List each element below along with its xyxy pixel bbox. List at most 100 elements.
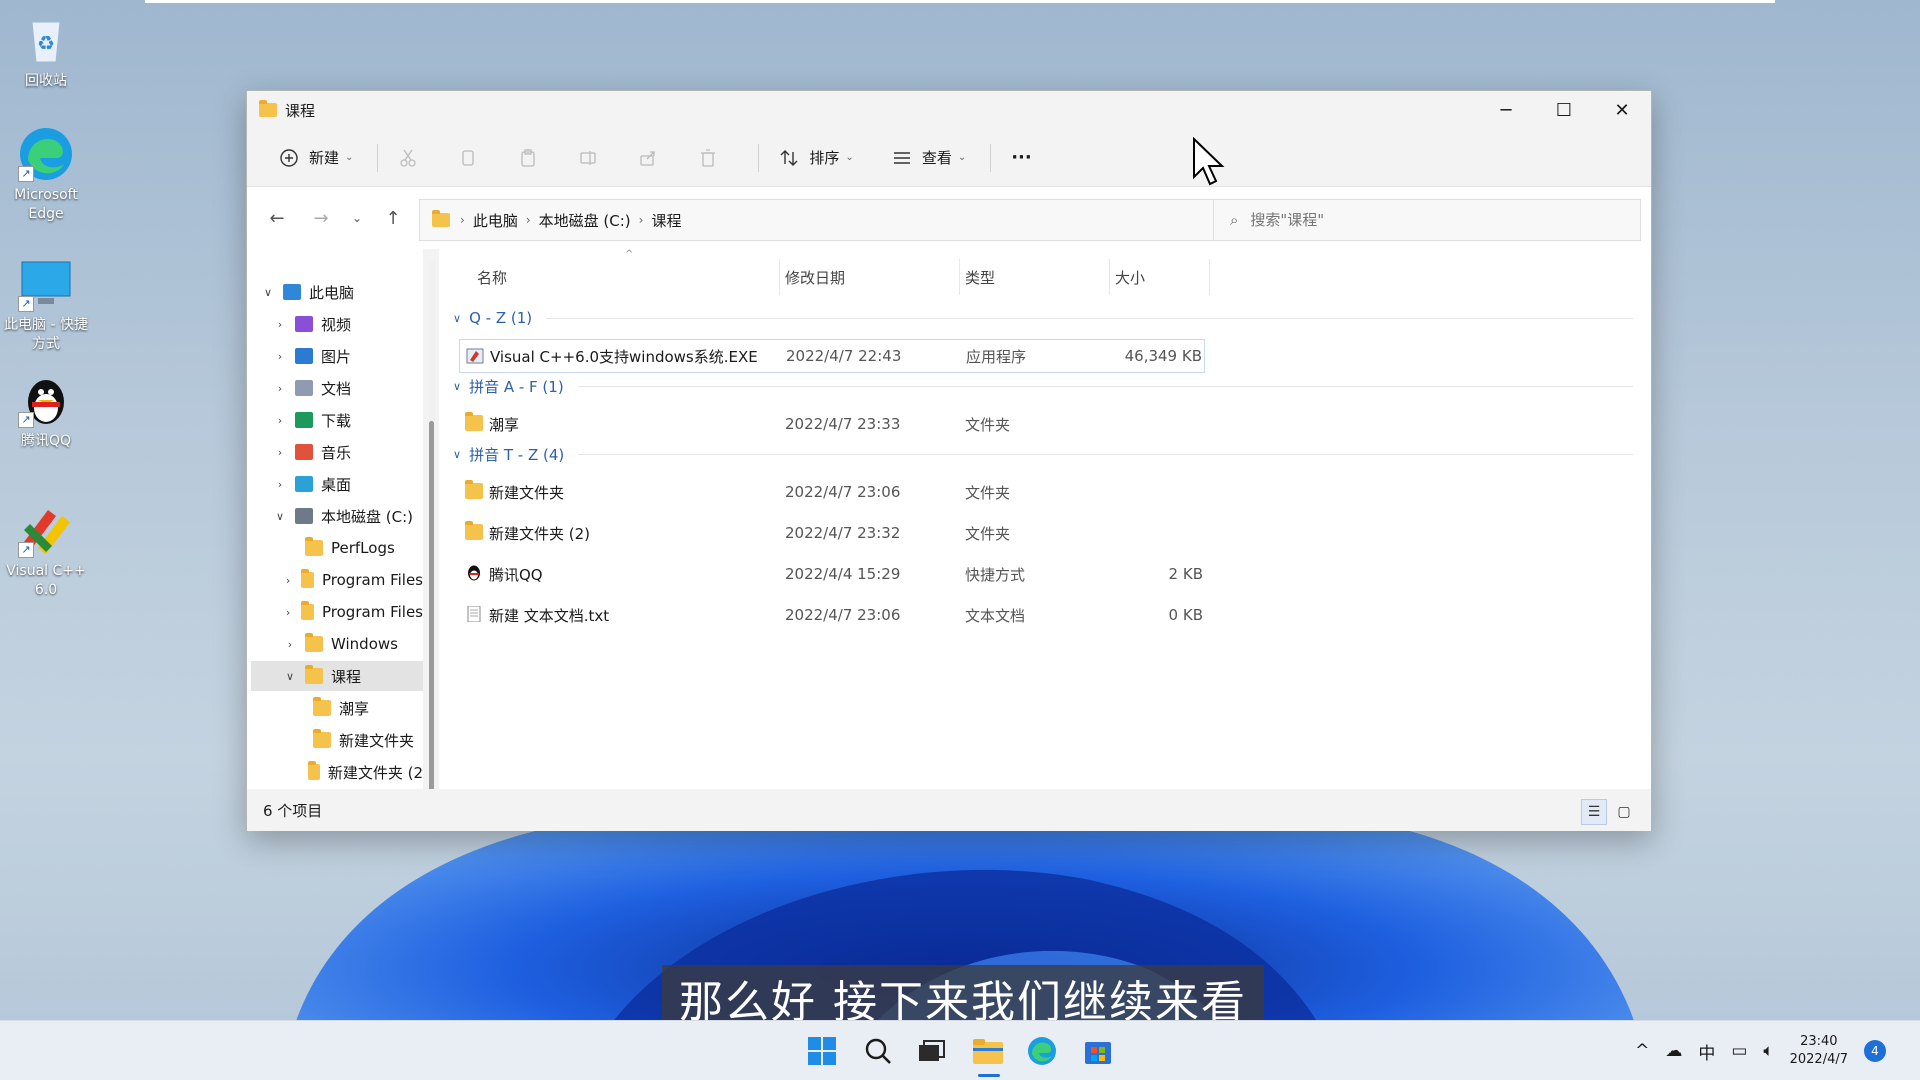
file-row[interactable]: 新建文件夹 2022/4/7 23:06 文件夹	[459, 475, 1205, 509]
task-view-button[interactable]	[912, 1031, 952, 1071]
copy-icon	[462, 149, 475, 166]
back-arrow-icon[interactable]: ←	[255, 200, 299, 236]
network-icon[interactable]: ▭	[1731, 1041, 1747, 1061]
new-button[interactable]: 新建 ⌄	[269, 140, 363, 176]
column-header-size[interactable]: 大小	[1115, 267, 1145, 288]
toolbar-separator	[990, 143, 992, 172]
expander-chevron-icon[interactable]: ›	[273, 382, 287, 395]
cut-button[interactable]	[388, 140, 428, 176]
column-header-name[interactable]: 名称	[477, 267, 507, 288]
notification-badge[interactable]: 4	[1864, 1040, 1886, 1062]
share-button[interactable]	[628, 140, 668, 176]
desktop-icon-recycle-bin[interactable]: ♻ 回收站	[0, 12, 92, 91]
onedrive-cloud-icon[interactable]: ☁	[1665, 1041, 1682, 1061]
forward-arrow-icon[interactable]: →	[299, 200, 343, 236]
sidebar-item[interactable]: ∨ 课程	[251, 661, 423, 691]
breadcrumb-local-disk[interactable]: 本地磁盘 (C:)	[539, 210, 631, 231]
sort-ascending-icon: ^	[625, 249, 634, 260]
group-header[interactable]: ∨ 拼音 A - F (1)	[453, 373, 1633, 399]
location-icon	[295, 380, 313, 396]
breadcrumb-current[interactable]: 课程	[651, 210, 681, 231]
sidebar-item[interactable]: › 音乐	[251, 437, 423, 467]
search-box[interactable]: ⌕	[1213, 199, 1641, 241]
title-bar[interactable]: 课程 ─ ☐ ✕	[247, 91, 1651, 129]
view-button[interactable]: 查看 ⌄	[882, 140, 976, 176]
desktop-icon-visual-cpp[interactable]: ↗ Visual C++ 6.0	[0, 502, 92, 600]
sidebar-item[interactable]: › 图片	[251, 341, 423, 371]
taskbar-edge[interactable]	[1022, 1031, 1062, 1071]
recent-locations-chevron-icon[interactable]: ⌄	[343, 200, 371, 236]
sidebar-item[interactable]: › 桌面	[251, 469, 423, 499]
expander-chevron-icon[interactable]: ›	[273, 318, 287, 331]
sidebar-item[interactable]: › Program Files	[251, 597, 423, 627]
clock[interactable]: 23:40 2022/4/7	[1790, 1033, 1848, 1069]
file-row[interactable]: Visual C++6.0支持windows系统.EXE 2022/4/7 22…	[459, 339, 1205, 373]
expander-chevron-icon[interactable]: ∨	[261, 286, 275, 299]
close-button[interactable]: ✕	[1593, 91, 1651, 129]
column-header-modified[interactable]: 修改日期	[785, 267, 845, 288]
rename-button[interactable]	[568, 140, 608, 176]
desktop-icon-this-pc[interactable]: ↗ 此电脑 - 快捷方式	[0, 256, 92, 354]
expander-chevron-icon[interactable]: ›	[273, 446, 287, 459]
sidebar-item[interactable]: › Windows	[251, 629, 423, 659]
large-icons-view-icon[interactable]: ▢	[1611, 799, 1637, 825]
expander-chevron-icon[interactable]: ›	[283, 606, 293, 619]
column-divider[interactable]	[779, 259, 780, 295]
column-divider[interactable]	[959, 259, 960, 295]
file-row[interactable]: 新建 文本文档.txt 2022/4/7 23:06 文本文档 0 KB	[459, 598, 1205, 632]
sidebar-item[interactable]: 新建文件夹 (2	[251, 757, 423, 787]
search-input[interactable]	[1250, 211, 1611, 229]
expander-chevron-icon[interactable]: ›	[273, 414, 287, 427]
group-header[interactable]: ∨ 拼音 T - Z (4)	[453, 441, 1633, 467]
sidebar-item[interactable]: ∨ 此电脑	[251, 277, 423, 307]
sidebar-item[interactable]: PerfLogs	[251, 533, 423, 563]
volume-icon[interactable]: 🔈︎	[1763, 1041, 1773, 1061]
expander-chevron-icon[interactable]: ›	[273, 478, 287, 491]
desktop-icon-edge[interactable]: ↗ Microsoft Edge	[0, 126, 92, 224]
minimize-button[interactable]: ─	[1477, 91, 1535, 129]
qq-penguin-icon: ↗	[18, 372, 74, 428]
sort-button[interactable]: 排序 ⌄	[769, 140, 863, 176]
file-row[interactable]: 腾讯QQ 2022/4/4 15:29 快捷方式 2 KB	[459, 557, 1205, 591]
expander-chevron-icon[interactable]: ›	[283, 574, 293, 587]
start-button[interactable]	[802, 1031, 842, 1071]
up-arrow-icon[interactable]: ↑	[371, 200, 415, 236]
sidebar-item[interactable]: 新建文件夹	[251, 725, 423, 755]
expander-chevron-icon[interactable]: ›	[283, 638, 297, 651]
column-header-type[interactable]: 类型	[965, 267, 995, 288]
desktop-icon-qq[interactable]: ↗ 腾讯QQ	[0, 372, 92, 451]
expander-chevron-icon[interactable]: ∨	[273, 510, 287, 523]
more-options-button[interactable]: ···	[1001, 140, 1042, 176]
folder-icon	[259, 100, 277, 117]
taskbar-store[interactable]	[1078, 1031, 1118, 1071]
location-icon	[295, 348, 313, 364]
sidebar-item[interactable]: ∨ 本地磁盘 (C:)	[251, 501, 423, 531]
group-header[interactable]: ∨ Q - Z (1)	[453, 305, 1633, 331]
search-button[interactable]	[858, 1031, 898, 1071]
sidebar-item[interactable]: › 文档	[251, 373, 423, 403]
view-label: 查看	[921, 149, 952, 167]
paste-button[interactable]	[508, 140, 548, 176]
sidebar-scroll-thumb[interactable]	[429, 421, 434, 823]
sidebar-item[interactable]: › Program Files	[251, 565, 423, 595]
expander-chevron-icon[interactable]: ∨	[283, 670, 297, 683]
file-row[interactable]: 潮享 2022/4/7 23:33 文件夹	[459, 407, 1205, 441]
file-modified: 2022/4/7 22:43	[786, 347, 902, 365]
details-view-icon[interactable]: ☰	[1581, 799, 1607, 825]
sidebar-item[interactable]: 潮享	[251, 693, 423, 723]
sidebar-item[interactable]: › 下载	[251, 405, 423, 435]
show-hidden-icons-chevron-icon[interactable]: ^	[1635, 1041, 1649, 1061]
maximize-button[interactable]: ☐	[1535, 91, 1593, 129]
column-divider[interactable]	[1209, 259, 1210, 295]
file-row[interactable]: 新建文件夹 (2) 2022/4/7 23:32 文件夹	[459, 516, 1205, 550]
breadcrumb-this-pc[interactable]: 此电脑	[473, 210, 518, 231]
expander-chevron-icon[interactable]: ›	[273, 350, 287, 363]
sidebar-item[interactable]: › 视频	[251, 309, 423, 339]
location-icon	[295, 444, 313, 460]
delete-button[interactable]	[688, 140, 728, 176]
taskbar-file-explorer[interactable]	[968, 1031, 1008, 1077]
column-divider[interactable]	[1109, 259, 1110, 295]
input-method-indicator[interactable]: 中	[1698, 1039, 1715, 1064]
file-modified: 2022/4/7 23:33	[785, 415, 901, 433]
copy-button[interactable]	[448, 140, 488, 176]
